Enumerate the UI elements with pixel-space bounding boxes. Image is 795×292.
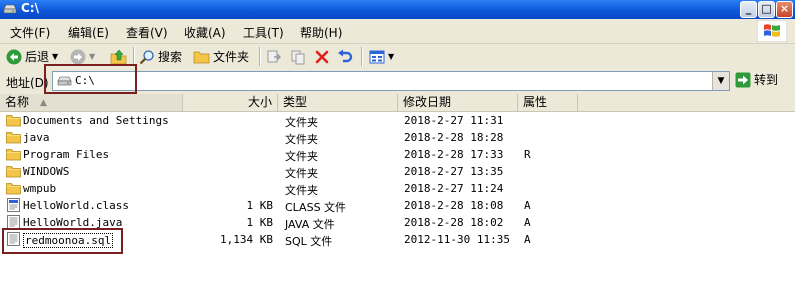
- file-row[interactable]: Documents and Settings 文件夹 2018-2-27 11:31: [0, 112, 795, 129]
- name-header-label: 名称: [5, 95, 30, 109]
- move-to-button[interactable]: [266, 47, 282, 66]
- drive-icon: [3, 4, 17, 14]
- column-header-size[interactable]: 大小: [183, 94, 278, 111]
- folders-button[interactable]: 文件夹: [193, 47, 249, 66]
- size-header-label: 大小: [247, 95, 272, 109]
- file-modified: 2018-2-28 18:08: [404, 199, 504, 212]
- go-arrow-icon: [735, 72, 751, 87]
- menu-view[interactable]: 查看(V): [126, 24, 168, 41]
- file-type: 文件夹: [285, 133, 318, 146]
- file-row[interactable]: Program Files 文件夹 2018-2-28 17:33 R: [0, 146, 795, 163]
- folders-label: 文件夹: [213, 50, 250, 64]
- file-modified: 2012-11-30 11:35: [404, 233, 510, 246]
- undo-button[interactable]: [337, 47, 353, 66]
- file-type: JAVA 文件: [285, 218, 335, 231]
- modified-header-label: 修改日期: [403, 95, 452, 109]
- file-row[interactable]: HelloWorld.class 1 KB CLASS 文件 2018-2-28 18…: [0, 197, 795, 214]
- file-modified: 2018-2-27 13:35: [404, 165, 504, 178]
- file-size: 1,134 KB: [220, 233, 273, 246]
- maximize-button[interactable]: □: [758, 1, 775, 18]
- file-size: 1 KB: [246, 199, 274, 212]
- file-name: java: [23, 131, 50, 144]
- back-label: 后退: [25, 50, 50, 64]
- undo-icon: [338, 49, 353, 62]
- views-icon: [369, 50, 385, 63]
- back-arrow-icon: [6, 49, 22, 64]
- title-bar: C:\ _ □ ×: [0, 0, 795, 19]
- search-icon: [139, 49, 154, 64]
- views-dropdown-icon[interactable]: ▼: [388, 52, 394, 61]
- file-modified: 2018-2-28 17:33: [404, 148, 504, 161]
- address-label: 地址(D): [6, 76, 49, 90]
- up-folder-icon: [110, 49, 127, 64]
- menu-file[interactable]: 文件(F): [10, 24, 50, 41]
- attributes-header-label: 属性: [523, 95, 548, 109]
- file-list: 名称 ▲ 大小 类型 修改日期 属性 Documents and Setting…: [0, 94, 795, 292]
- file-modified: 2018-2-27 11:31: [404, 114, 504, 127]
- file-attributes: A: [524, 216, 531, 229]
- column-header-type[interactable]: 类型: [278, 94, 398, 111]
- file-type: 文件夹: [285, 184, 318, 197]
- file-type: 文件夹: [285, 116, 318, 129]
- file-modified: 2018-2-28 18:28: [404, 131, 504, 144]
- column-header-attributes[interactable]: 属性: [518, 94, 578, 111]
- menu-bar: 文件(F) 编辑(E) 查看(V) 收藏(A) 工具(T) 帮助(H): [0, 19, 795, 44]
- close-button[interactable]: ×: [776, 1, 793, 18]
- copy-to-icon: [291, 50, 305, 64]
- file-name: Documents and Settings: [23, 114, 169, 127]
- menu-tools[interactable]: 工具(T): [243, 24, 284, 41]
- forward-arrow-icon: [70, 49, 86, 64]
- file-attributes: R: [524, 148, 531, 161]
- column-headers: 名称 ▲ 大小 类型 修改日期 属性: [0, 94, 795, 112]
- menu-favorites[interactable]: 收藏(A): [184, 24, 226, 41]
- address-highlight-box: [44, 64, 137, 94]
- search-button[interactable]: 搜索: [139, 47, 182, 66]
- back-dropdown-icon[interactable]: ▼: [52, 52, 58, 61]
- column-header-name[interactable]: 名称 ▲: [0, 94, 183, 111]
- delete-icon: [315, 50, 329, 63]
- address-input[interactable]: C:\ ▼: [52, 71, 730, 91]
- menu-edit[interactable]: 编辑(E): [68, 24, 109, 41]
- sort-ascending-icon: ▲: [40, 98, 47, 108]
- copy-to-button[interactable]: [290, 47, 306, 66]
- file-type: SQL 文件: [285, 235, 333, 248]
- forward-dropdown-icon[interactable]: ▼: [89, 52, 95, 61]
- file-attributes: A: [524, 199, 531, 212]
- file-highlight-box: [2, 228, 123, 254]
- file-modified: 2018-2-28 18:02: [404, 216, 504, 229]
- file-row[interactable]: WINDOWS 文件夹 2018-2-27 13:35: [0, 163, 795, 180]
- move-to-icon: [267, 50, 281, 62]
- file-row[interactable]: wmpub 文件夹 2018-2-27 11:24: [0, 180, 795, 197]
- file-name: HelloWorld.class: [23, 199, 129, 212]
- type-header-label: 类型: [283, 95, 308, 109]
- file-name: Program Files: [23, 148, 110, 161]
- file-attributes: A: [524, 233, 531, 246]
- file-size: 1 KB: [246, 216, 274, 229]
- go-label: 转到: [754, 73, 779, 87]
- file-type: 文件夹: [285, 150, 318, 163]
- file-type: 文件夹: [285, 167, 318, 180]
- windows-logo-icon: [757, 20, 787, 42]
- search-label: 搜索: [158, 50, 183, 64]
- column-header-modified[interactable]: 修改日期: [398, 94, 518, 111]
- file-name: WINDOWS: [23, 165, 70, 178]
- delete-button[interactable]: [314, 47, 330, 66]
- file-row[interactable]: java 文件夹 2018-2-28 18:28: [0, 129, 795, 146]
- go-button[interactable]: 转到: [735, 71, 778, 88]
- file-name: wmpub: [23, 182, 57, 195]
- file-modified: 2018-2-27 11:24: [404, 182, 504, 195]
- address-dropdown-button[interactable]: ▼: [712, 72, 729, 90]
- window-title: C:\: [21, 1, 39, 15]
- minimize-button[interactable]: _: [740, 1, 757, 18]
- file-type: CLASS 文件: [285, 201, 347, 214]
- menu-help[interactable]: 帮助(H): [300, 24, 342, 41]
- folders-icon: [193, 51, 210, 64]
- views-button[interactable]: ▼: [369, 47, 394, 66]
